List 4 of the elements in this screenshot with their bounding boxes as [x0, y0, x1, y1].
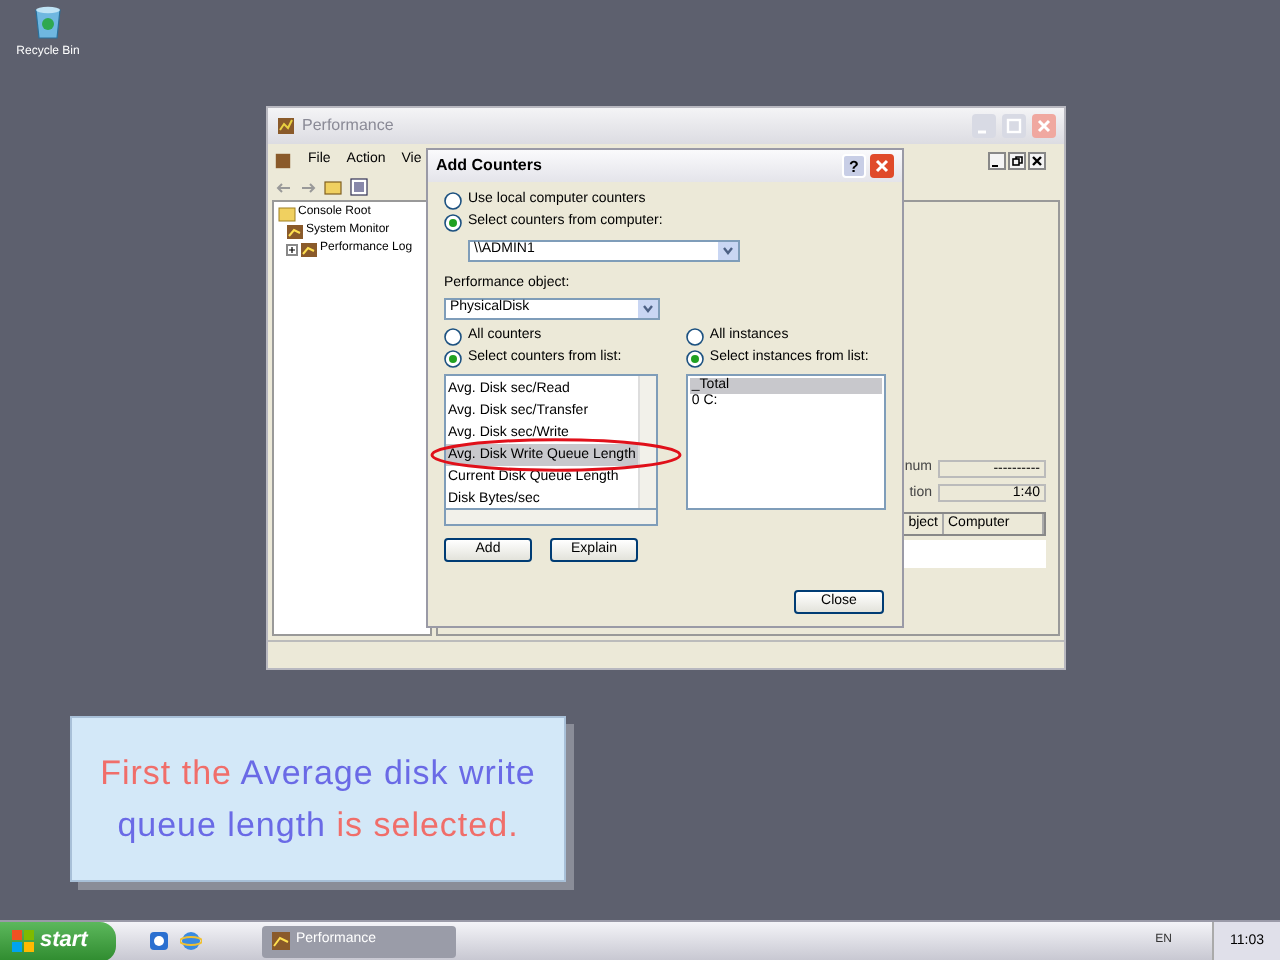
caption-text: First the Average disk write queue length is selected.: [98, 751, 538, 847]
window-title: Performance: [302, 114, 396, 138]
dialog-title: Add Counters: [436, 154, 544, 178]
help-button[interactable]: ?: [842, 154, 866, 178]
